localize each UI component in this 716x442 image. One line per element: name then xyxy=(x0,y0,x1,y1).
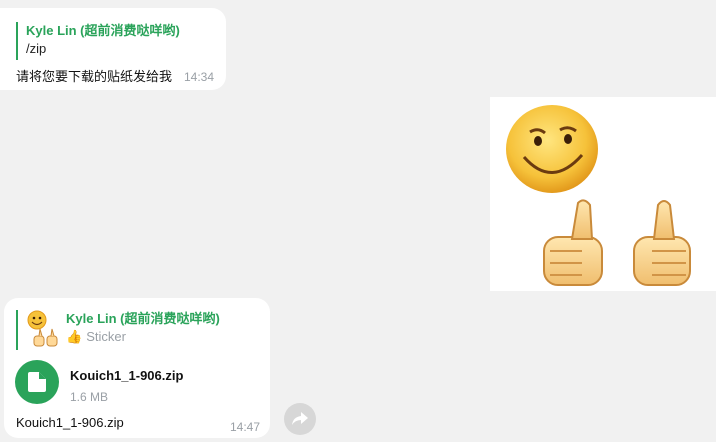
reply-quote[interactable]: Kyle Lin (超前消费哒咩哟) 👍 Sticker xyxy=(16,310,220,350)
file-size: 1.6 MB xyxy=(70,390,109,404)
message-time: 14:47 xyxy=(229,420,260,434)
reply-author: Kyle Lin (超前消费哒咩哟) xyxy=(66,311,220,326)
file-icon[interactable] xyxy=(15,360,59,404)
thumbs-up-icon: 👍 xyxy=(66,329,83,344)
reply-sticker-label: Sticker xyxy=(86,329,126,344)
reply-quote[interactable]: Kyle Lin (超前消费哒咩哟) /zip xyxy=(16,22,180,60)
smiley-thumbs-up-sticker xyxy=(506,105,691,286)
forward-button[interactable] xyxy=(284,403,316,435)
forward-arrow-icon xyxy=(292,412,308,425)
message-bubble-2[interactable]: Kyle Lin (超前消费哒咩哟) 👍 Sticker Kouich1_1-9… xyxy=(4,298,270,438)
reply-text: /zip xyxy=(26,41,47,56)
sticker-thumbnail-icon xyxy=(27,310,58,347)
reply-author: Kyle Lin (超前消费哒咩哟) xyxy=(26,23,180,38)
file-name[interactable]: Kouich1_1-906.zip xyxy=(70,368,183,383)
sticker-message[interactable] xyxy=(490,97,716,291)
message-text: Kouich1_1-906.zip xyxy=(16,415,124,430)
message-text: 请将您要下载的贴纸发给我 xyxy=(16,69,173,84)
message-bubble-1[interactable]: Kyle Lin (超前消费哒咩哟) /zip 请将您要下载的贴纸发给我 14:… xyxy=(0,8,226,90)
message-time: 14:34 xyxy=(183,70,214,84)
